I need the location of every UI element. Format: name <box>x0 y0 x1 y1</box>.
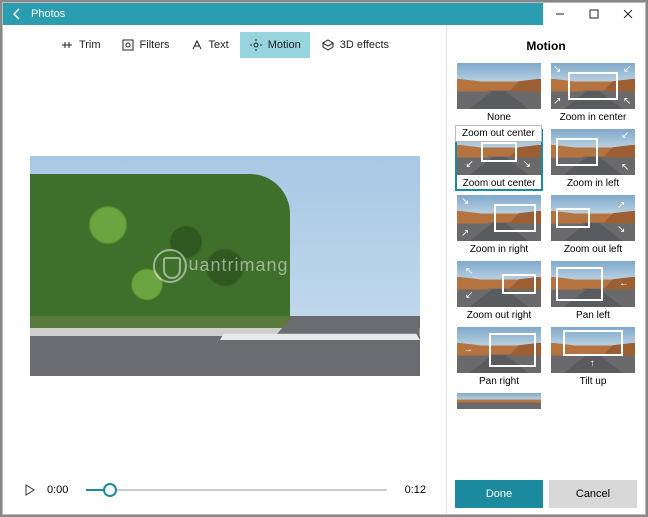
effect-zoom-out-center[interactable]: Zoom out center↖↗↙↘Zoom out center <box>455 129 543 191</box>
done-button[interactable]: Done <box>455 480 543 508</box>
effect-label: Zoom out center <box>463 178 536 189</box>
titlebar: Photos <box>3 3 645 25</box>
effect-label: Zoom in center <box>560 112 627 123</box>
effect-label: Zoom in left <box>567 178 619 189</box>
duration: 0:12 <box>405 484 426 496</box>
play-button[interactable] <box>23 483 37 497</box>
effect-thumb <box>457 393 541 409</box>
effect-thumb: ← <box>551 261 635 307</box>
text-button[interactable]: Text <box>181 32 238 58</box>
3d-label: 3D effects <box>340 39 389 51</box>
effect-pan-right[interactable]: → Pan right <box>455 327 543 389</box>
current-time: 0:00 <box>47 484 68 496</box>
effect-label: Zoom out right <box>467 310 531 321</box>
effect-zoom-in-right[interactable]: ↘↗ Zoom in right <box>455 195 543 257</box>
effects-grid: None ↘↙↗↖ Zoom in center Zoom out center↖↗↙… <box>447 63 645 474</box>
app-window: Photos Trim Filters Text <box>2 2 646 515</box>
edit-toolbar: Trim Filters Text Motion 3D effects <box>3 25 446 65</box>
3d-effects-button[interactable]: 3D effects <box>312 32 398 58</box>
watermark: uantrimang <box>160 249 288 283</box>
effect-more[interactable] <box>455 393 543 411</box>
motion-panel: Motion None ↘↙↗↖ Zoom in center Zoom out ce… <box>447 25 645 514</box>
motion-label: Motion <box>268 39 301 51</box>
preview-area: uantrimang <box>3 65 446 466</box>
effect-thumb: ↙↖ <box>551 129 635 175</box>
trim-label: Trim <box>79 39 101 51</box>
trim-button[interactable]: Trim <box>51 32 110 58</box>
effect-thumb: → <box>457 327 541 373</box>
effect-tilt-up[interactable]: ↑ Tilt up <box>549 327 637 389</box>
text-label: Text <box>209 39 229 51</box>
app-title: Photos <box>31 8 543 20</box>
cancel-button[interactable]: Cancel <box>549 480 637 508</box>
effect-thumb <box>457 63 541 109</box>
filters-button[interactable]: Filters <box>112 32 179 58</box>
filters-label: Filters <box>140 39 170 51</box>
effect-zoom-out-left[interactable]: ↗↘ Zoom out left <box>549 195 637 257</box>
effect-label: Zoom out left <box>564 244 622 255</box>
motion-icon <box>249 38 263 52</box>
3d-icon <box>321 38 335 52</box>
effect-label: Pan left <box>576 310 610 321</box>
back-button[interactable] <box>3 8 31 20</box>
maximize-button[interactable] <box>577 3 611 25</box>
effect-thumb: ↘↙↗↖ <box>551 63 635 109</box>
effect-pan-left[interactable]: ← Pan left <box>549 261 637 323</box>
effect-label: None <box>487 112 511 123</box>
trim-icon <box>60 38 74 52</box>
effect-none[interactable]: None <box>455 63 543 125</box>
effect-thumb: ↑ <box>551 327 635 373</box>
close-button[interactable] <box>611 3 645 25</box>
motion-button[interactable]: Motion <box>240 32 310 58</box>
timeline-slider[interactable] <box>86 489 386 491</box>
effect-thumb: ↘↗ <box>457 195 541 241</box>
video-preview[interactable]: uantrimang <box>30 156 420 376</box>
effect-label: Zoom in right <box>470 244 528 255</box>
effect-thumb: ↖↙ <box>457 261 541 307</box>
minimize-button[interactable] <box>543 3 577 25</box>
player-controls: 0:00 0:12 <box>3 466 446 514</box>
panel-title: Motion <box>447 25 645 63</box>
filters-icon <box>121 38 135 52</box>
effect-label: Tilt up <box>580 376 607 387</box>
effect-thumb: ↗↘ <box>551 195 635 241</box>
effect-zoom-in-left[interactable]: ↙↖ Zoom in left <box>549 129 637 191</box>
effect-zoom-in-center[interactable]: ↘↙↗↖ Zoom in center <box>549 63 637 125</box>
text-icon <box>190 38 204 52</box>
effect-zoom-out-right[interactable]: ↖↙ Zoom out right <box>455 261 543 323</box>
effect-tooltip: Zoom out center <box>455 125 542 142</box>
effect-label: Pan right <box>479 376 519 387</box>
